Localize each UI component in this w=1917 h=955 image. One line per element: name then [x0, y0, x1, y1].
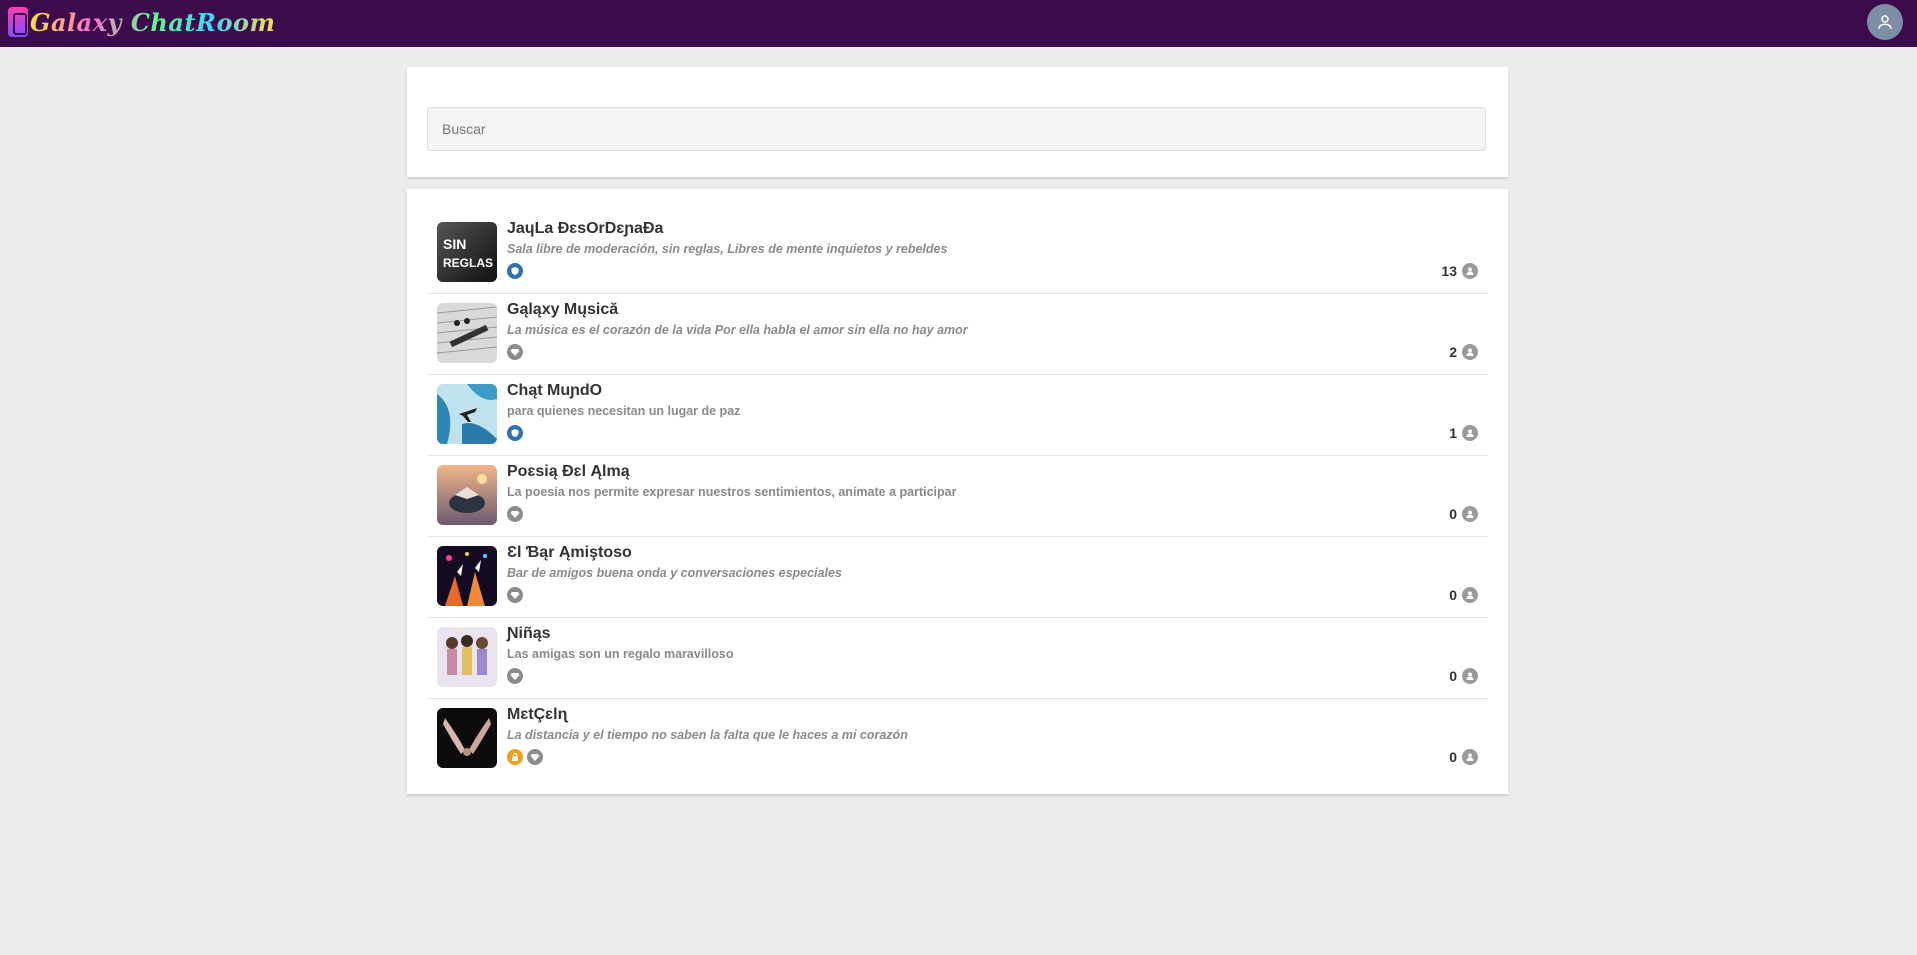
room-name: Poɛsią Đɛl Ąlmą	[507, 463, 630, 480]
logo[interactable]: Galaxy ChatRoom	[8, 5, 275, 39]
room-description: Bar de amigos buena onda y conversacione…	[507, 566, 842, 580]
room-badges	[507, 344, 523, 360]
shield-icon	[507, 425, 523, 441]
logo-text: Galaxy ChatRoom	[30, 7, 276, 37]
lock-icon	[507, 749, 523, 765]
person-icon	[1462, 263, 1478, 279]
room-name: Gąląxy Mųsică	[507, 301, 619, 318]
user-menu-button[interactable]	[1867, 4, 1903, 40]
room-name: MɛtÇɛlɳ	[507, 706, 568, 723]
room-badges	[507, 668, 523, 684]
room-thumbnail	[437, 465, 497, 525]
user-count-value: 2	[1449, 344, 1457, 360]
gem-icon	[507, 344, 523, 360]
room-item-ninas[interactable]: Ɲiñąs Las amigas son un regalo maravillo…	[427, 618, 1488, 699]
room-badges	[507, 587, 523, 603]
room-description: La distancia y el tiempo no saben la fal…	[507, 728, 908, 742]
gem-icon	[507, 587, 523, 603]
room-description: Sala libre de moderación, sin reglas, Li…	[507, 242, 948, 256]
user-count: 1	[1449, 425, 1478, 441]
user-count-value: 0	[1449, 506, 1457, 522]
room-badges	[507, 425, 523, 441]
room-thumbnail: SIN REGLAS	[437, 222, 497, 282]
person-icon	[1462, 425, 1478, 441]
gem-icon	[527, 749, 543, 765]
user-count: 0	[1449, 668, 1478, 684]
room-thumbnail	[437, 303, 497, 363]
user-count-value: 13	[1441, 263, 1457, 279]
room-thumbnail	[437, 546, 497, 606]
svg-text:SIN: SIN	[443, 236, 466, 252]
room-item-poesia-del-alma[interactable]: Poɛsią Đɛl Ąlmą La poesía nos permite ex…	[427, 456, 1488, 537]
room-thumbnail	[437, 708, 497, 768]
person-icon	[1462, 749, 1478, 765]
user-count: 13	[1441, 263, 1478, 279]
user-count: 0	[1449, 749, 1478, 765]
room-name: JaɥLa ĐɛsOrDɛɲaĐa	[507, 220, 664, 237]
gem-icon	[507, 668, 523, 684]
shield-icon	[507, 263, 523, 279]
room-thumbnail	[437, 384, 497, 444]
top-bar: Galaxy ChatRoom	[0, 0, 1917, 47]
room-badges	[507, 749, 543, 765]
user-count-value: 0	[1449, 749, 1457, 765]
room-item-jaula[interactable]: SIN REGLAS JaɥLa ĐɛsOrDɛɲaĐa Sala libre …	[427, 213, 1488, 294]
user-count: 0	[1449, 506, 1478, 522]
person-icon	[1462, 506, 1478, 522]
room-description: Las amigas son un regalo maravilloso	[507, 647, 734, 661]
search-input[interactable]	[427, 107, 1486, 151]
room-name: Chąt MuɲdO	[507, 382, 603, 399]
room-description: para quienes necesitan un lugar de paz	[507, 404, 741, 418]
room-thumbnail	[437, 627, 497, 687]
svg-text:REGLAS: REGLAS	[443, 256, 493, 270]
room-description: La poesía nos permite expresar nuestros …	[507, 485, 957, 499]
room-item-chat-mundo[interactable]: Chąt MuɲdO para quienes necesitan un lug…	[427, 375, 1488, 456]
user-count: 2	[1449, 344, 1478, 360]
user-count-value: 1	[1449, 425, 1457, 441]
person-icon	[1462, 344, 1478, 360]
room-badges	[507, 263, 523, 279]
room-description: La música es el corazón de la vida Por e…	[507, 323, 968, 337]
room-list: SIN REGLAS JaɥLa ĐɛsOrDɛɲaĐa Sala libre …	[407, 189, 1508, 794]
person-icon	[1462, 668, 1478, 684]
logo-mark-icon	[8, 7, 28, 37]
user-count: 0	[1449, 587, 1478, 603]
user-count-value: 0	[1449, 668, 1457, 684]
search-card	[407, 67, 1508, 177]
room-name: Ɛl Ɓąr Ąmiştoso	[507, 544, 632, 561]
user-icon	[1878, 15, 1892, 29]
user-count-value: 0	[1449, 587, 1457, 603]
room-item-el-bar-amistoso[interactable]: Ɛl Ɓąr Ąmiştoso Bar de amigos buena onda…	[427, 537, 1488, 618]
person-icon	[1462, 587, 1478, 603]
gem-icon	[507, 506, 523, 522]
room-item-galaxy-musica[interactable]: Gąląxy Mųsică La música es el corazón de…	[427, 294, 1488, 375]
room-name: Ɲiñąs	[507, 625, 551, 642]
room-item-metcein[interactable]: MɛtÇɛlɳ La distancia y el tiempo no sabe…	[427, 699, 1488, 779]
room-badges	[507, 506, 523, 522]
